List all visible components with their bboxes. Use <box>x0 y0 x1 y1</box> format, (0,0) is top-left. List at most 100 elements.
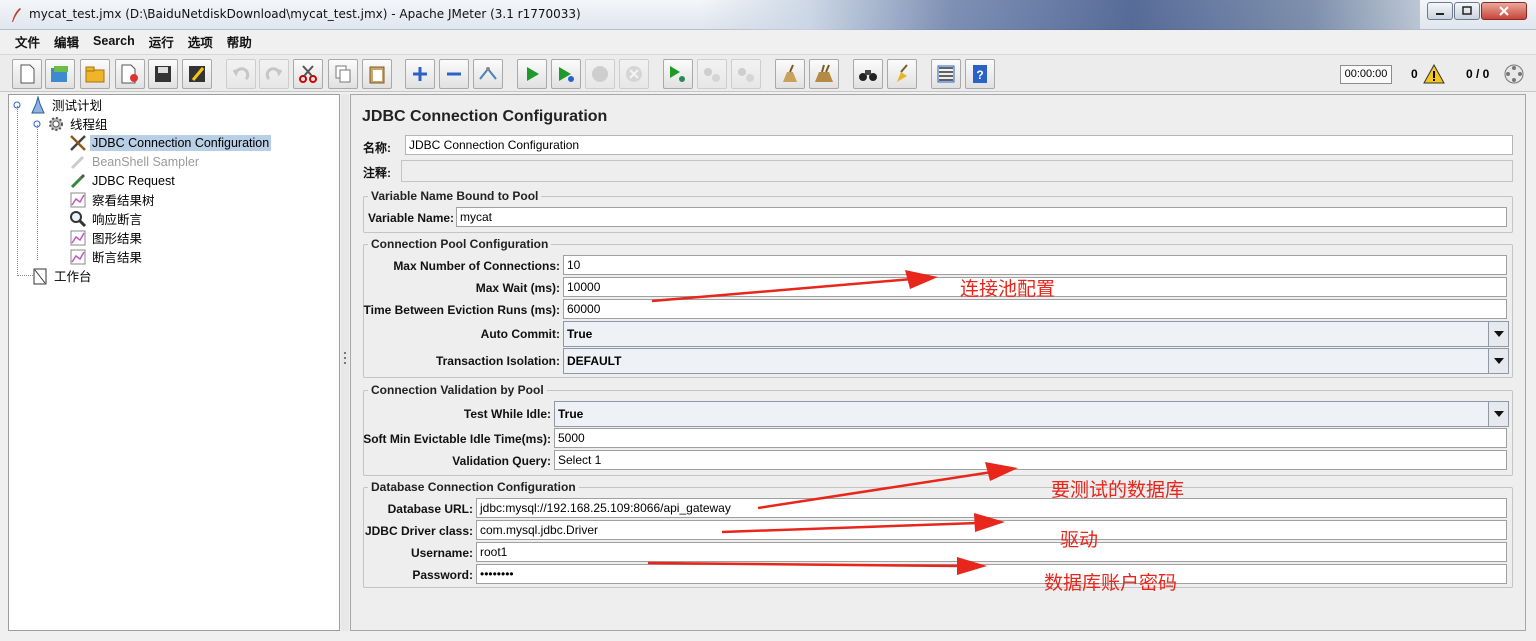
database-url-field[interactable]: jdbc:mysql://192.168.25.109:8066/api_gat… <box>476 498 1507 518</box>
name-field[interactable]: JDBC Connection Configuration <box>405 135 1513 155</box>
remote-stop-button[interactable] <box>697 59 727 89</box>
cut-icon <box>299 65 317 83</box>
expand-toggle-icon[interactable] <box>13 99 23 111</box>
tree-node-label: 断言结果 <box>92 251 143 265</box>
tree-node-test-plan[interactable]: 测试计划 <box>13 95 104 114</box>
templates-icon <box>51 66 68 82</box>
tree-node-workbench[interactable]: 工作台 <box>31 266 94 285</box>
close-button[interactable] <box>115 59 145 89</box>
chevron-down-icon[interactable] <box>1488 349 1508 373</box>
binoculars-icon <box>859 70 877 81</box>
warning-count: 0 <box>1411 67 1418 81</box>
transaction-isolation-select[interactable]: DEFAULT <box>563 348 1509 374</box>
elapsed-timer: 00:00:00 <box>1340 65 1392 84</box>
username-label: Username: <box>410 546 473 560</box>
max-connections-label: Max Number of Connections: <box>393 259 560 273</box>
test-while-idle-select[interactable]: True <box>554 401 1509 427</box>
warning-icon[interactable] <box>1423 64 1445 84</box>
expand-all-button[interactable] <box>405 59 435 89</box>
search-button[interactable] <box>853 59 883 89</box>
chevron-down-icon[interactable] <box>1488 322 1508 346</box>
reset-search-button[interactable] <box>887 59 917 89</box>
running-indicator-icon <box>1504 64 1524 84</box>
tree-node-graph-results[interactable]: 图形结果 <box>69 228 144 247</box>
auto-commit-value: True <box>567 327 593 341</box>
clear-button[interactable] <box>775 59 805 89</box>
jdbc-driver-label: JDBC Driver class: <box>364 524 473 538</box>
annotation-db-account: 数据库账户密码 <box>1044 572 1178 594</box>
menu-edit[interactable]: 编辑 <box>47 32 86 51</box>
tree-node-view-results-tree[interactable]: 察看结果树 <box>69 190 157 209</box>
tree-node-label: 图形结果 <box>92 232 143 246</box>
new-button[interactable] <box>12 59 42 89</box>
start-no-pauses-button[interactable] <box>551 59 581 89</box>
function-helper-button[interactable] <box>931 59 961 89</box>
stop-button[interactable] <box>585 59 615 89</box>
wrench-screwdriver-icon <box>69 134 87 152</box>
redo-button[interactable] <box>259 59 289 89</box>
menu-options[interactable]: 选项 <box>181 32 220 51</box>
minimize-button[interactable] <box>1427 2 1453 20</box>
open-button[interactable] <box>80 59 110 89</box>
redo-icon <box>265 67 283 81</box>
tree-node-response-assertion[interactable]: 响应断言 <box>69 209 144 228</box>
remote-start-button[interactable] <box>663 59 693 89</box>
variable-name-field[interactable]: mycat <box>456 207 1507 227</box>
templates-button[interactable] <box>45 59 75 89</box>
cut-button[interactable] <box>293 59 323 89</box>
play-icon <box>527 67 539 81</box>
password-field[interactable]: •••••••• <box>476 564 1507 584</box>
chevron-down-icon[interactable] <box>1488 402 1508 426</box>
collapse-all-button[interactable] <box>439 59 469 89</box>
test-while-idle-value: True <box>558 407 584 421</box>
tree-node-jdbc-request[interactable]: JDBC Request <box>69 171 177 190</box>
tree-node-label: JDBC Request <box>92 173 175 188</box>
shutdown-button[interactable] <box>619 59 649 89</box>
tree-node-jdbc-config[interactable]: JDBC Connection Configuration <box>69 133 272 152</box>
broom-all-icon <box>815 64 833 82</box>
save-button[interactable] <box>148 59 178 89</box>
jdbc-driver-field[interactable]: com.mysql.jdbc.Driver <box>476 520 1507 540</box>
close-file-icon <box>121 64 138 84</box>
undo-button[interactable] <box>226 59 256 89</box>
menu-search[interactable]: Search <box>86 34 142 48</box>
auto-commit-select[interactable]: True <box>563 321 1509 347</box>
copy-button[interactable] <box>328 59 358 89</box>
max-connections-field[interactable]: 10 <box>563 255 1507 275</box>
comment-field[interactable] <box>401 160 1513 182</box>
split-pane-divider[interactable] <box>341 94 349 631</box>
username-field[interactable]: root1 <box>476 542 1507 562</box>
title-bar: mycat_test.jmx (D:\BaiduNetdiskDownload\… <box>0 0 1536 30</box>
close-window-button[interactable] <box>1481 2 1527 20</box>
shutdown-icon <box>626 66 642 82</box>
help-icon: ? <box>973 65 987 83</box>
jmeter-feather-icon <box>12 8 21 22</box>
toggle-button[interactable] <box>473 59 503 89</box>
menu-file[interactable]: 文件 <box>8 32 47 51</box>
eviction-runs-label: Time Between Eviction Runs (ms): <box>363 303 560 317</box>
menu-run[interactable]: 运行 <box>142 32 181 51</box>
expand-toggle-icon[interactable] <box>33 118 43 130</box>
menu-help[interactable]: 帮助 <box>220 32 259 51</box>
close-icon <box>1499 6 1509 16</box>
remote-shutdown-button[interactable] <box>731 59 761 89</box>
soft-min-idle-field[interactable]: 5000 <box>554 428 1507 448</box>
tree-node-thread-group[interactable]: 线程组 <box>33 114 110 133</box>
save-as-button[interactable] <box>182 59 212 89</box>
help-button[interactable]: ? <box>965 59 995 89</box>
tree-node-label: 线程组 <box>70 118 108 132</box>
gear-icon <box>47 115 65 133</box>
eviction-runs-field[interactable]: 60000 <box>563 299 1507 319</box>
chart-listener-icon <box>69 229 87 247</box>
broom-icon <box>783 64 797 82</box>
validation-query-field[interactable]: Select 1 <box>554 450 1507 470</box>
paste-button[interactable] <box>362 59 392 89</box>
maximize-button[interactable] <box>1454 2 1480 20</box>
panel-title: JDBC Connection Configuration <box>362 108 608 125</box>
tree-node-beanshell-sampler[interactable]: BeanShell Sampler <box>69 152 201 171</box>
tree-node-label: 察看结果树 <box>92 194 155 208</box>
start-button[interactable] <box>517 59 547 89</box>
play-no-pause-icon <box>559 67 574 82</box>
clear-all-button[interactable] <box>809 59 839 89</box>
tree-node-assertion-results[interactable]: 断言结果 <box>69 247 144 266</box>
